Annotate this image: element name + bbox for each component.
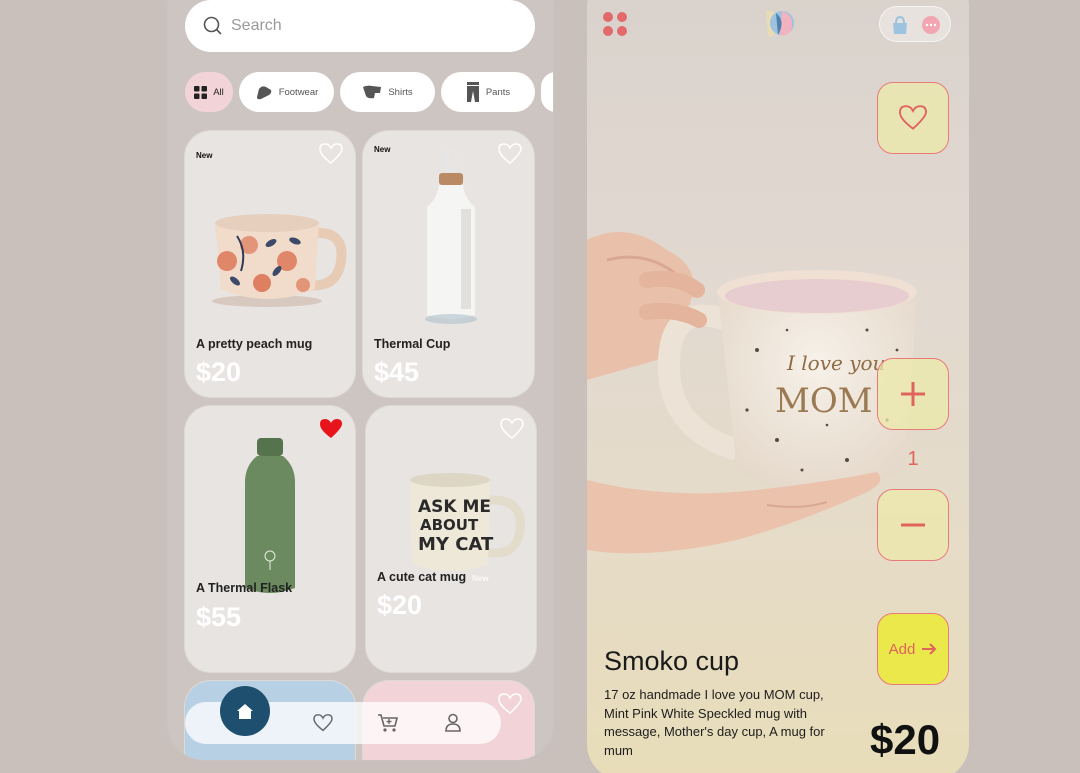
- user-icon: [445, 713, 461, 732]
- add-to-cart-button[interactable]: Add: [877, 613, 949, 685]
- new-badge: New: [374, 145, 391, 154]
- search-input[interactable]: Search: [185, 0, 535, 52]
- new-badge: New: [472, 574, 489, 583]
- top-actions: [879, 6, 951, 42]
- add-label: Add: [888, 640, 916, 658]
- favorite-icon[interactable]: [498, 693, 522, 715]
- heart-icon: [313, 714, 333, 732]
- thermal-flask-image: [245, 438, 295, 593]
- product-price: $20: [870, 716, 941, 763]
- minus-icon: [901, 523, 925, 527]
- nav-cart[interactable]: [376, 711, 400, 735]
- hero-mug-image: I love you MOM: [587, 232, 917, 554]
- decrease-quantity-button[interactable]: [877, 489, 949, 561]
- favorite-filled-icon[interactable]: [319, 418, 343, 440]
- arrow-right-icon: [922, 643, 937, 655]
- mug-print-line1: ASK ME: [418, 497, 491, 517]
- category-all[interactable]: All: [185, 72, 233, 112]
- shirt-icon: [363, 85, 382, 99]
- product-card[interactable]: New A pretty peach mug $20: [185, 131, 355, 397]
- chat-icon[interactable]: [921, 15, 941, 35]
- category-label: Footwear: [278, 86, 319, 98]
- product-name: A pretty peach mug: [196, 337, 313, 351]
- category-label: All: [213, 86, 224, 98]
- category-shirts[interactable]: Shirts: [340, 72, 435, 112]
- category-label: Pants: [485, 86, 511, 98]
- category-chips: All Footwear Shirts Pants: [185, 72, 553, 112]
- heart-icon: [899, 105, 927, 130]
- peach-mug-image: [212, 214, 347, 307]
- home-icon: [237, 703, 253, 719]
- favorite-icon[interactable]: [500, 418, 524, 440]
- nav-home[interactable]: [220, 686, 270, 736]
- search-icon: [203, 16, 222, 35]
- product-name: A cute cat mug: [377, 570, 467, 584]
- product-price: $20: [196, 357, 242, 387]
- mug-print-line3: MY CAT: [418, 534, 494, 555]
- category-pants[interactable]: Pants: [441, 72, 535, 112]
- cart-icon: [378, 714, 399, 732]
- search-placeholder: Search: [231, 17, 282, 34]
- thermal-cup-image: [425, 147, 477, 324]
- product-name: A Thermal Flask: [196, 581, 293, 595]
- nav-favorites[interactable]: [311, 711, 335, 735]
- plus-icon: [901, 382, 925, 406]
- nav-profile[interactable]: [441, 711, 465, 735]
- grid-icon: [194, 85, 208, 99]
- shoe-icon: [256, 86, 271, 100]
- product-card[interactable]: New Thermal Cup $45: [363, 131, 534, 397]
- favorite-icon[interactable]: [319, 143, 343, 165]
- hero-mug-print-line1: I love you: [786, 351, 885, 375]
- category-more[interactable]: [541, 72, 553, 112]
- hero-mug-print-line2: MOM: [775, 381, 873, 421]
- product-card[interactable]: ASK ME ABOUT MY CAT A cute cat mug New $…: [366, 406, 536, 672]
- product-description: 17 oz handmade I love you MOM cup, Mint …: [604, 687, 825, 758]
- menu-button[interactable]: [603, 12, 629, 38]
- product-card[interactable]: A Thermal Flask $55: [185, 406, 355, 672]
- category-label: Shirts: [388, 86, 413, 98]
- product-price: $45: [374, 357, 420, 387]
- product-price: $20: [377, 590, 423, 620]
- product-list-screen: Search All Footwear Shirts Pants New A p…: [168, 0, 553, 760]
- product-name: Thermal Cup: [374, 337, 451, 351]
- increase-quantity-button[interactable]: [877, 358, 949, 430]
- favorite-icon[interactable]: [498, 143, 522, 165]
- mug-print-line2: ABOUT: [420, 516, 479, 534]
- favorite-button[interactable]: [877, 82, 949, 154]
- brand-logo: [766, 10, 794, 37]
- product-price: $55: [196, 602, 242, 632]
- new-badge: New: [196, 151, 213, 160]
- product-detail-screen: I love you MOM 1 Add Smoko cup 17 oz han…: [587, 0, 969, 773]
- quantity-value: 1: [907, 448, 919, 470]
- pants-icon: [466, 82, 479, 102]
- product-title: Smoko cup: [604, 646, 740, 676]
- bag-icon[interactable]: [891, 15, 909, 35]
- cat-mug-image: ASK ME ABOUT MY CAT: [410, 473, 525, 571]
- category-footwear[interactable]: Footwear: [239, 72, 334, 112]
